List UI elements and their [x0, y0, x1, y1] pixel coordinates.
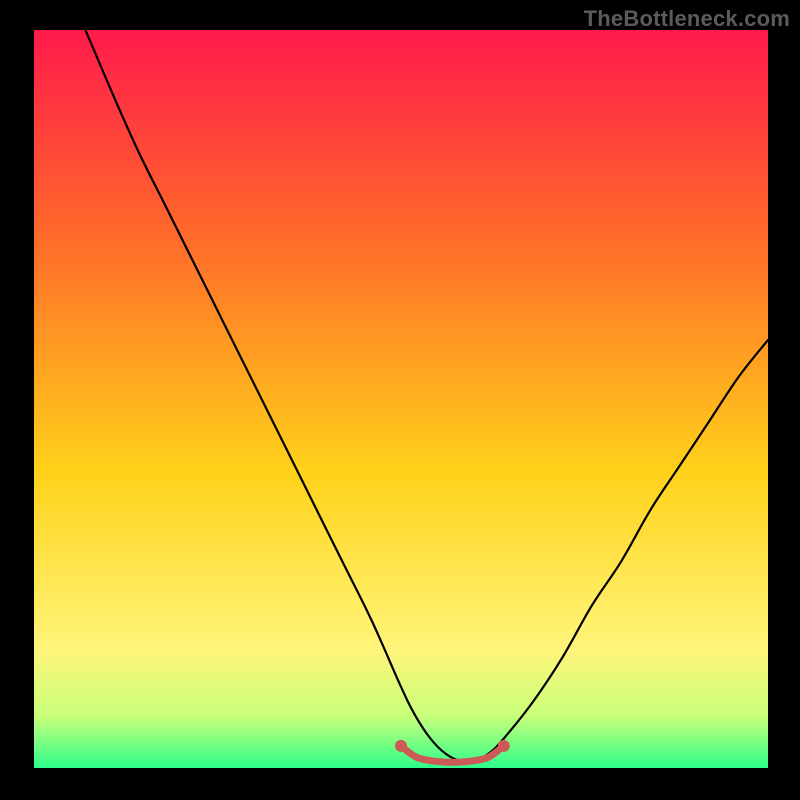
flat-start-marker: [395, 740, 407, 752]
flat-end-marker: [498, 740, 510, 752]
gradient-background: [34, 30, 768, 768]
plot-svg: [34, 30, 768, 768]
bottleneck-plot: [34, 30, 768, 768]
chart-frame: TheBottleneck.com: [0, 0, 800, 800]
watermark-text: TheBottleneck.com: [584, 6, 790, 32]
